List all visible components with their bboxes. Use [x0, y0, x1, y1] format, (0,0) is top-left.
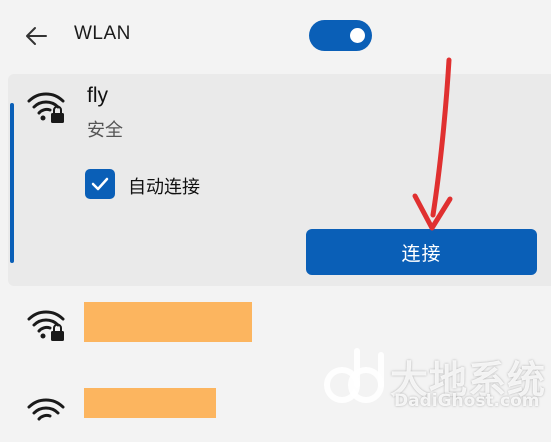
- wifi-secured-icon: [27, 398, 65, 421]
- header: WLAN: [0, 0, 551, 74]
- network-item[interactable]: [8, 382, 551, 442]
- network-item[interactable]: [8, 294, 551, 354]
- network-name: fly: [87, 84, 108, 107]
- arrow-left-icon: [26, 27, 47, 45]
- wlan-toggle[interactable]: [309, 20, 372, 51]
- checkmark-icon: [91, 177, 109, 191]
- toggle-knob: [350, 28, 365, 43]
- back-button[interactable]: [24, 24, 50, 48]
- wifi-secured-icon: [27, 92, 65, 123]
- network-status: 安全: [87, 120, 123, 140]
- network-item-fly[interactable]: fly 安全 自动连接 连接: [8, 74, 551, 286]
- redacted-network-name: [84, 388, 216, 418]
- wifi-secured-icon: [27, 310, 65, 341]
- page-title: WLAN: [74, 23, 131, 44]
- connect-button[interactable]: 连接: [306, 229, 537, 275]
- selection-indicator: [10, 103, 14, 263]
- auto-connect-label: 自动连接: [128, 177, 200, 197]
- redacted-network-name: [84, 302, 252, 342]
- auto-connect-checkbox[interactable]: [85, 169, 115, 199]
